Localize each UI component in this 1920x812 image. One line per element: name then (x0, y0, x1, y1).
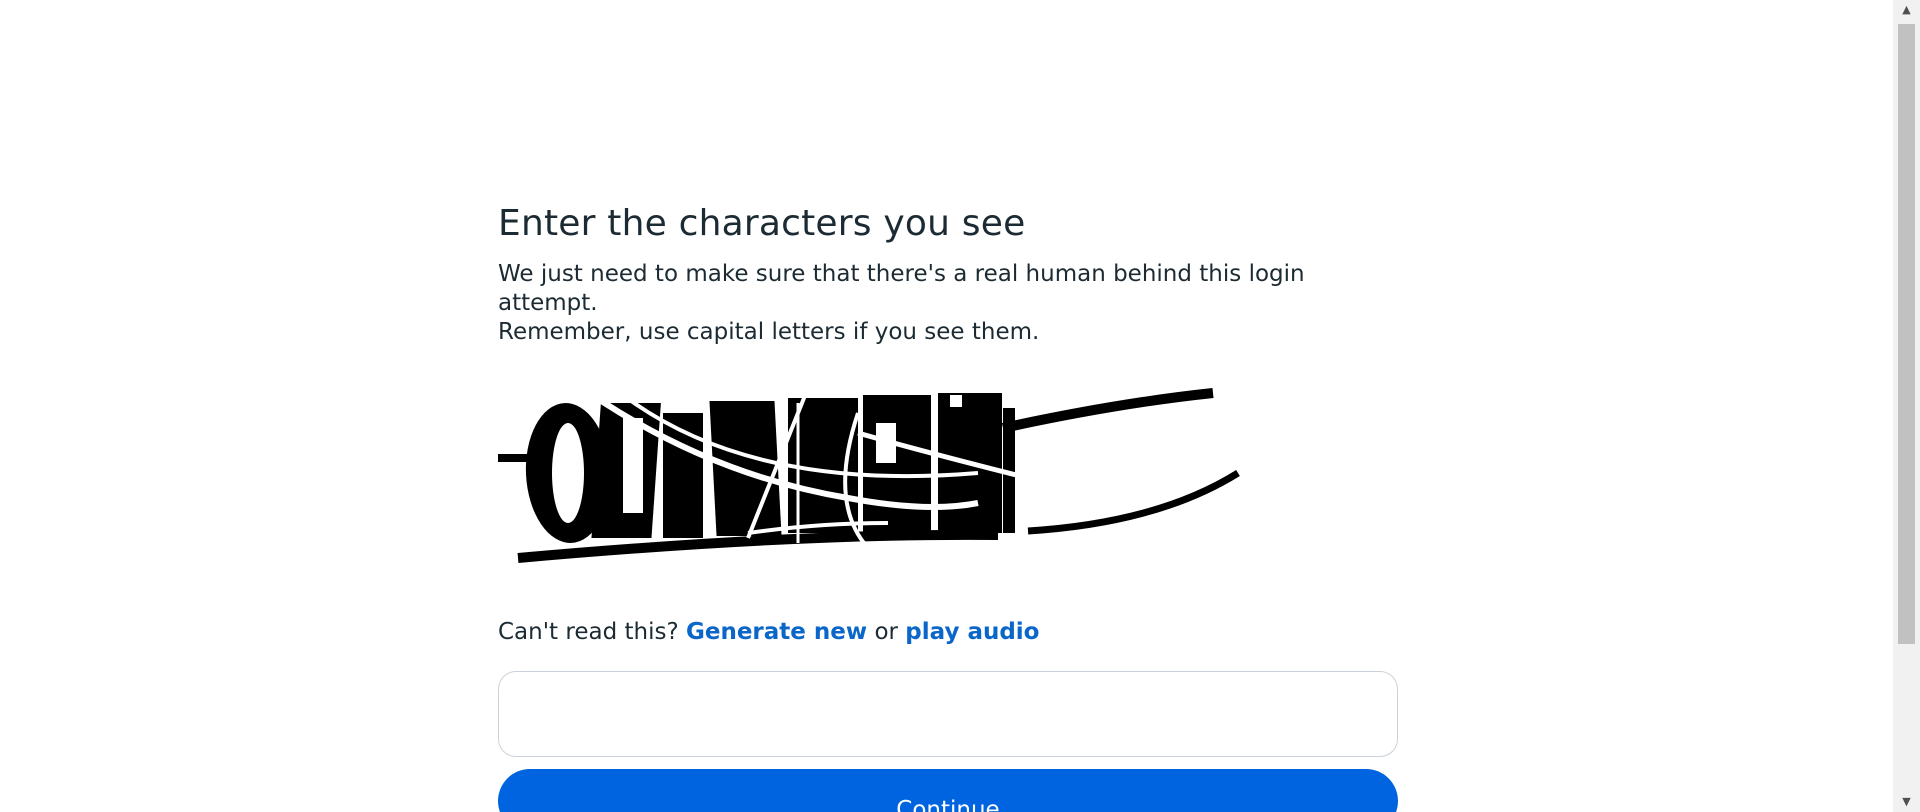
captcha-image (498, 375, 1240, 563)
continue-button[interactable]: Continue (498, 769, 1398, 812)
vertical-scrollbar[interactable]: ▲ ▼ (1893, 0, 1920, 812)
help-prefix: Can't read this? (498, 619, 679, 645)
scrollbar-thumb[interactable] (1898, 24, 1915, 644)
captcha-form: Enter the characters you see We just nee… (498, 200, 1398, 812)
help-or: or (874, 619, 898, 645)
scroll-down-arrow-icon[interactable]: ▼ (1893, 792, 1920, 812)
page-title: Enter the characters you see (498, 203, 1026, 244)
captcha-help-text: Can't read this? Generate new or play au… (498, 617, 1398, 647)
captcha-input[interactable] (498, 671, 1398, 757)
captcha-page: Enter the characters you see We just nee… (0, 0, 1920, 812)
description-line-1: We just need to make sure that there's a… (498, 261, 1305, 316)
description-line-2: Remember, use capital letters if you see… (498, 319, 1040, 345)
generate-new-link[interactable]: Generate new (686, 619, 867, 645)
play-audio-link[interactable]: play audio (905, 619, 1039, 645)
scroll-up-arrow-icon[interactable]: ▲ (1893, 0, 1920, 20)
description: We just need to make sure that there's a… (498, 260, 1398, 347)
